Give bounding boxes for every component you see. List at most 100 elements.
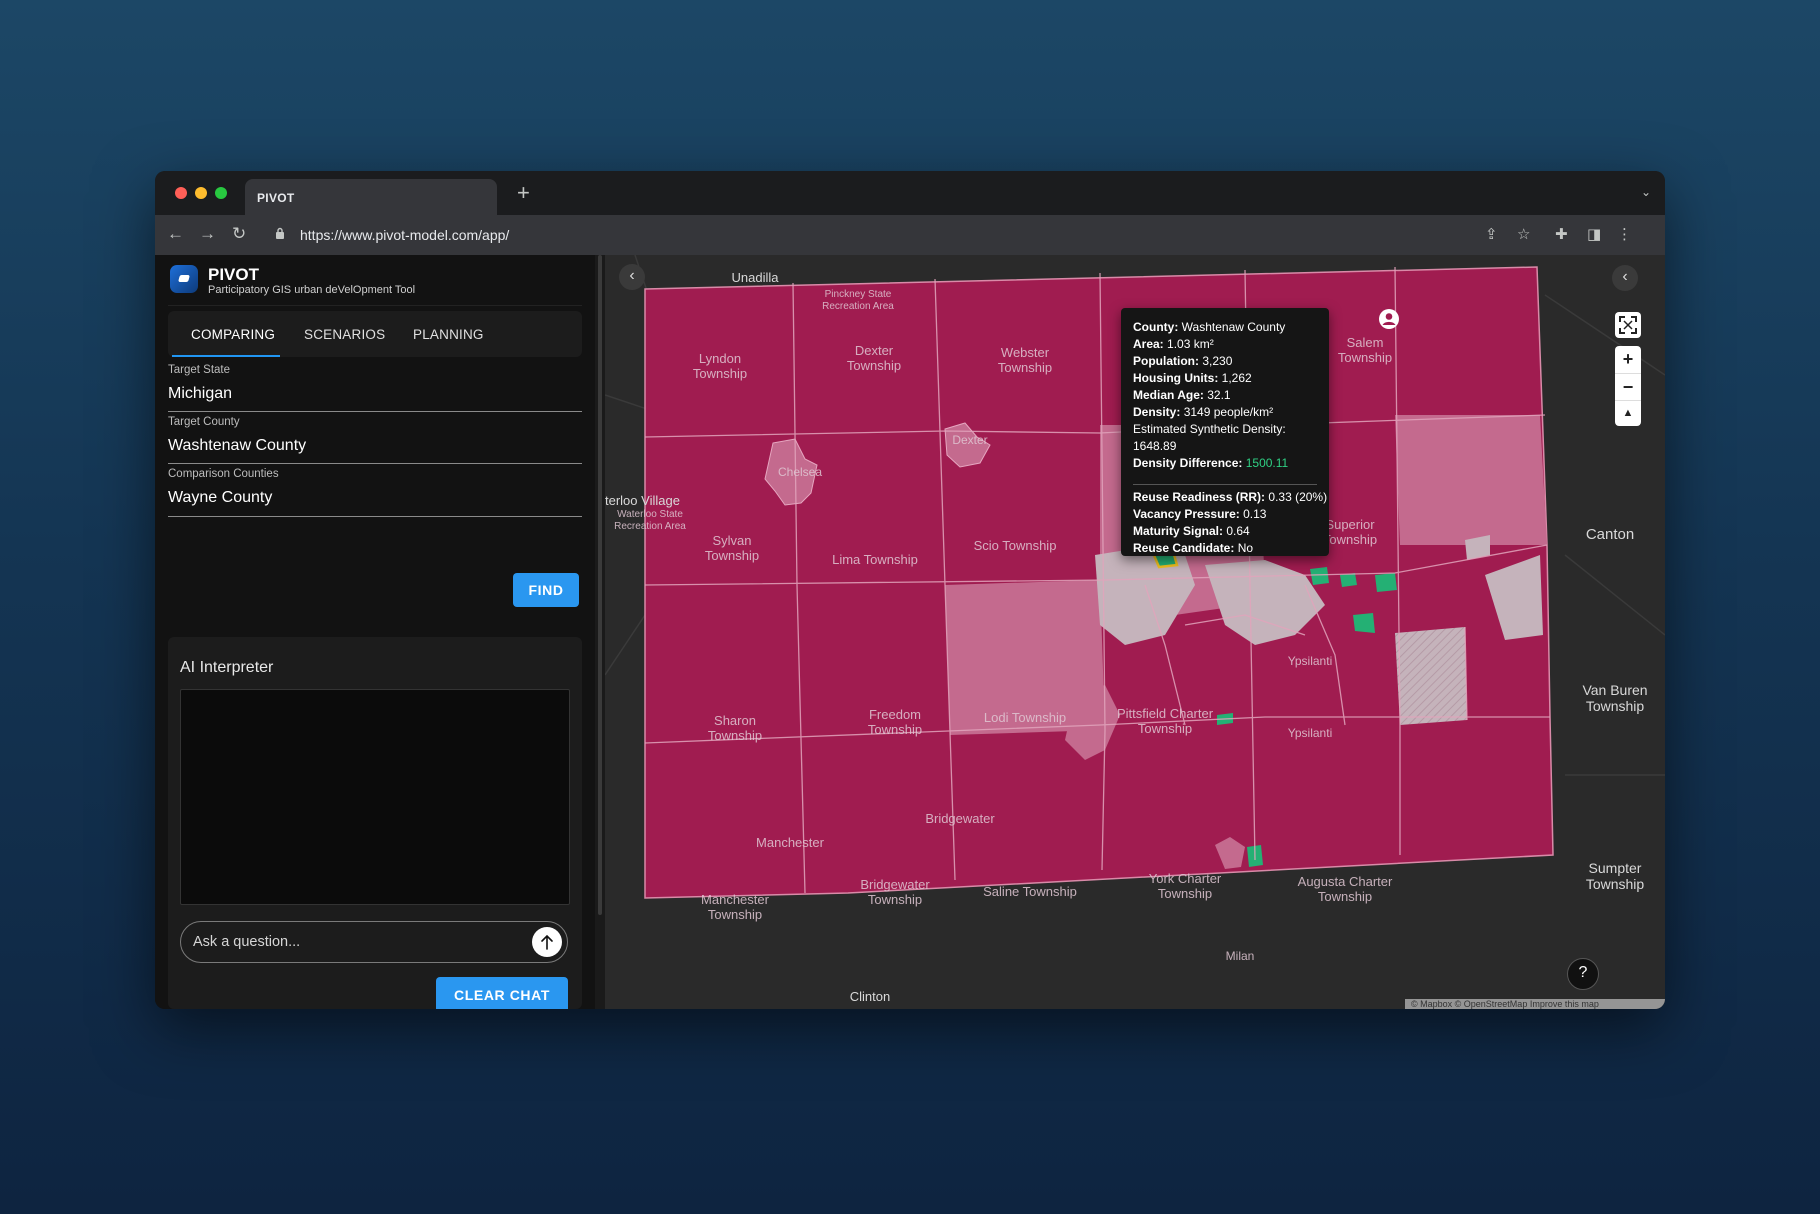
maximize-window-button[interactable]	[215, 187, 227, 199]
label-augusta: Augusta Charter Township	[1297, 874, 1393, 904]
map-canvas[interactable]: Lyndon Township Dexter Township Webster …	[605, 255, 1665, 1009]
label-bridgewater: Bridgewater	[925, 811, 995, 826]
sidepanel-icon[interactable]: ◨	[1587, 225, 1601, 243]
ai-interpreter-title: AI Interpreter	[180, 659, 274, 676]
compass-icon[interactable]: ▲	[1615, 401, 1641, 426]
star-icon[interactable]: ☆	[1517, 225, 1530, 243]
question-input[interactable]: Ask a question...	[180, 921, 568, 963]
lock-icon	[276, 227, 284, 239]
find-button[interactable]: FIND	[513, 573, 579, 607]
fullscreen-icon	[1619, 316, 1637, 334]
header-divider	[168, 305, 582, 306]
label-unadilla: Unadilla	[731, 270, 779, 285]
tt-synthetic-value: 1648.89	[1133, 439, 1177, 453]
app-title: PIVOT	[208, 265, 260, 284]
label-pinckney: Pinckney State Recreation Area	[822, 289, 894, 312]
label-sumpter: Sumpter Township	[1585, 860, 1645, 892]
fullscreen-button[interactable]	[1615, 312, 1641, 338]
address-bar[interactable]: https://www.pivot-model.com/app/	[270, 220, 1615, 250]
tt-vacancy: Vacancy Pressure: 0.13	[1133, 507, 1267, 521]
tab-scenarios[interactable]: SCENARIOS	[304, 327, 385, 342]
label-freedom: Freedom Township	[867, 707, 923, 737]
region-superior[interactable]	[1395, 415, 1547, 545]
collapse-right-button[interactable]: ‹	[1612, 265, 1638, 291]
label-salem: Salem Township	[1337, 335, 1393, 365]
tt-county: County: Washtenaw County	[1133, 320, 1286, 334]
label-van-buren: Van Buren Township	[1582, 682, 1648, 714]
label-sharon: Sharon Township	[707, 713, 763, 743]
label-manchester: Manchester	[756, 835, 824, 850]
menu-kebab-icon[interactable]: ⋮	[1617, 225, 1632, 243]
region-ypsilanti-hatched[interactable]	[1395, 627, 1467, 725]
label-webster: Webster Township	[997, 345, 1053, 375]
back-arrow-icon[interactable]: ←	[167, 224, 184, 244]
label-lima: Lima Township	[832, 552, 918, 567]
target-county-select[interactable]: Washtenaw County	[168, 437, 306, 455]
tt-population: Population: 3,230	[1133, 354, 1233, 368]
extensions-icon[interactable]: ✚	[1555, 225, 1568, 243]
browser-window: PIVOT + ⌄ ← → ↻ https://www.pivot-model.…	[155, 171, 1665, 1009]
forward-arrow-icon[interactable]: →	[199, 224, 216, 244]
browser-tab[interactable]: PIVOT	[245, 179, 497, 215]
tab-comparing[interactable]: COMPARING	[191, 327, 275, 342]
help-button[interactable]: ?	[1567, 958, 1599, 990]
comparison-counties-select[interactable]: Wayne County	[168, 489, 272, 507]
tab-strip: PIVOT + ⌄	[155, 171, 1665, 215]
label-clinton: Clinton	[849, 989, 891, 1004]
label-dexter: Dexter	[952, 433, 988, 447]
label-waterloo-area: Waterloo State Recreation Area	[614, 509, 686, 532]
mode-tabs: COMPARING SCENARIOS PLANNING	[168, 311, 582, 357]
region-green-1[interactable]	[1310, 567, 1329, 585]
tt-difference: Density Difference: 1500.11	[1133, 456, 1289, 470]
label-lyndon: Lyndon Township	[692, 351, 748, 381]
label-ypsilanti-city: Ypsilanti	[1287, 654, 1333, 668]
reload-icon[interactable]: ↻	[232, 224, 246, 244]
collapse-left-button[interactable]: ‹	[619, 264, 645, 290]
new-tab-button[interactable]: +	[517, 180, 530, 206]
tooltip-divider	[1133, 484, 1317, 485]
pivot-logo-icon	[170, 265, 198, 293]
share-icon[interactable]: ⇪	[1485, 225, 1498, 243]
tab-planning[interactable]: PLANNING	[413, 327, 484, 342]
ai-interpreter-panel: AI Interpreter Ask a question... CLEAR C…	[168, 637, 582, 1009]
tt-reuse: Reuse Readiness (RR): 0.33 (20%)	[1133, 490, 1328, 504]
label-scio: Scio Township	[973, 538, 1057, 553]
browser-toolbar: ← → ↻ https://www.pivot-model.com/app/ ⇪…	[155, 215, 1665, 256]
zoom-control-group: + − ▲	[1615, 346, 1641, 426]
target-state-underline	[168, 411, 582, 412]
tt-median-age: Median Age: 32.1	[1133, 388, 1231, 402]
tt-synthetic-label: Estimated Synthetic Density:	[1133, 422, 1286, 436]
region-green-2[interactable]	[1375, 573, 1397, 592]
map-attribution[interactable]: © Mapbox © OpenStreetMap Improve this ma…	[1405, 999, 1665, 1009]
close-window-button[interactable]	[175, 187, 187, 199]
minimize-window-button[interactable]	[195, 187, 207, 199]
region-green-5[interactable]	[1340, 573, 1357, 587]
zoom-out-button[interactable]: −	[1615, 374, 1641, 400]
tt-density: Density: 3149 people/km²	[1133, 405, 1274, 419]
chevron-down-icon[interactable]: ⌄	[1641, 185, 1651, 199]
label-milan: Milan	[1225, 949, 1255, 963]
zoom-in-button[interactable]: +	[1615, 346, 1641, 373]
app-container: PIVOT Participatory GIS urban deVelOpmen…	[155, 255, 1665, 1009]
target-state-select[interactable]: Michigan	[168, 385, 232, 403]
clear-chat-button[interactable]: CLEAR CHAT	[436, 977, 568, 1009]
target-state-label: Target State	[168, 364, 231, 376]
tt-maturity: Maturity Signal: 0.64	[1133, 524, 1250, 538]
sidebar-scrollbar[interactable]	[598, 255, 602, 915]
comparison-counties-label: Comparison Counties	[168, 468, 279, 480]
tt-area: Area: 1.03 km²	[1133, 337, 1214, 351]
label-chelsea: Chelsea	[777, 465, 823, 479]
user-avatar-icon[interactable]	[1378, 308, 1400, 330]
comparison-counties-underline	[168, 516, 582, 517]
tt-housing: Housing Units: 1,262	[1133, 371, 1252, 385]
feature-tooltip: County: Washtenaw County Area: 1.03 km² …	[1121, 308, 1329, 556]
region-green-3[interactable]	[1353, 613, 1375, 633]
url-text: https://www.pivot-model.com/app/	[300, 227, 510, 243]
label-sylvan: Sylvan Township	[704, 533, 760, 563]
arrow-up-icon	[541, 934, 553, 950]
label-york: York Charter Township	[1148, 871, 1222, 901]
send-button[interactable]	[532, 927, 562, 957]
chat-history[interactable]	[180, 689, 570, 905]
label-saline: Saline Township	[983, 884, 1077, 899]
target-county-label: Target County	[168, 416, 240, 428]
